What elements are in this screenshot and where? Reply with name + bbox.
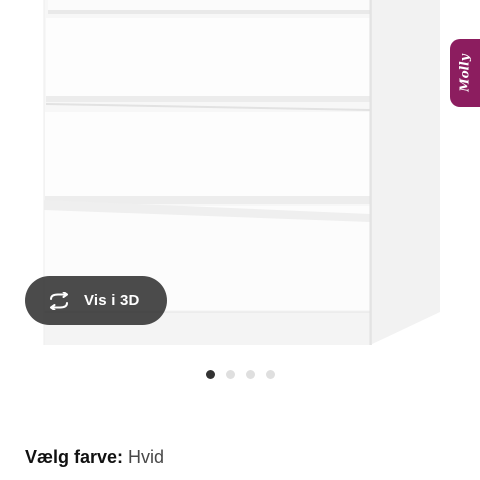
color-selector[interactable]: Vælg farve: Hvid <box>25 447 164 468</box>
carousel-dot[interactable] <box>266 370 275 379</box>
chat-assistant-label: Molly <box>458 54 473 92</box>
product-page: Vis i 3D Molly Vælg farve: Hvid <box>0 0 480 480</box>
chat-assistant-tab[interactable]: Molly <box>450 39 480 107</box>
carousel-dot[interactable] <box>206 370 215 379</box>
carousel-dot[interactable] <box>246 370 255 379</box>
rotate-3d-icon <box>46 291 72 311</box>
carousel-dot[interactable] <box>226 370 235 379</box>
view-3d-label: Vis i 3D <box>84 292 140 309</box>
color-selector-value: Hvid <box>128 447 165 467</box>
carousel-indicator <box>0 370 480 382</box>
view-3d-button[interactable]: Vis i 3D <box>25 276 167 325</box>
color-selector-label: Vælg farve: <box>25 447 129 467</box>
